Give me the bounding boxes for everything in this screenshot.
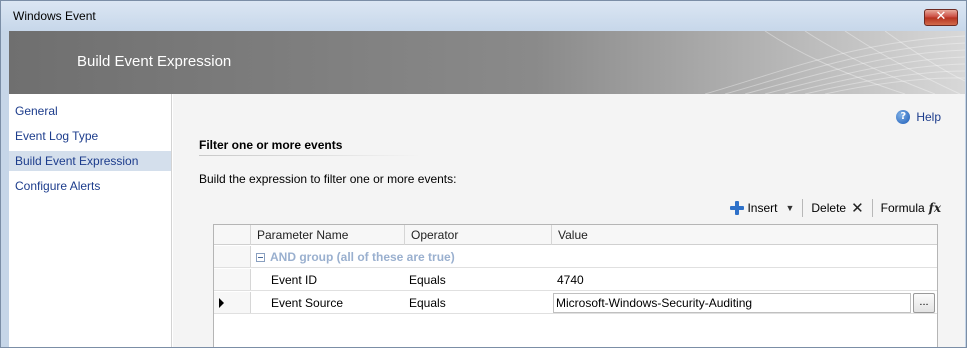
window-title: Windows Event <box>13 9 96 23</box>
toolbar-separator <box>802 199 804 217</box>
row-selector[interactable] <box>214 246 251 267</box>
formula-button[interactable]: Formula fx <box>877 201 945 215</box>
insert-button[interactable]: Insert ▼ <box>726 201 798 215</box>
operator-cell[interactable]: Equals <box>409 292 446 314</box>
operator-cell[interactable]: Equals <box>409 269 446 291</box>
column-header-operator[interactable]: Operator <box>405 225 552 245</box>
row-selector[interactable] <box>214 292 251 313</box>
group-row[interactable]: AND group (all of these are true) <box>214 246 937 268</box>
banner-wave-graphic <box>705 31 965 94</box>
expression-grid: Parameter Name Operator Value AND group … <box>213 224 938 347</box>
main-panel: ? Help Filter one or more events Build t… <box>173 94 965 347</box>
help-link[interactable]: ? Help <box>896 110 941 124</box>
value-input[interactable]: Microsoft-Windows-Security-Auditing <box>553 293 911 313</box>
value-cell[interactable]: 4740 <box>557 269 584 291</box>
row-selector-header <box>214 225 251 245</box>
table-row[interactable]: Event Source Equals Microsoft-Windows-Se… <box>214 292 937 314</box>
insert-label: Insert <box>747 201 778 215</box>
formula-label: Formula <box>880 201 925 215</box>
sidebar-item-build-event-expression[interactable]: Build Event Expression <box>9 151 171 171</box>
delete-button[interactable]: Delete ✕ <box>807 199 867 217</box>
group-label: AND group (all of these are true) <box>270 250 455 264</box>
expression-toolbar: Insert ▼ Delete ✕ Formula fx <box>726 198 945 218</box>
close-button[interactable]: ✕ <box>924 9 958 26</box>
row-selector[interactable] <box>214 269 251 290</box>
group-cell: AND group (all of these are true) <box>256 246 455 268</box>
table-row[interactable]: Event ID Equals 4740 <box>214 269 937 291</box>
sidebar-item-general[interactable]: General <box>9 101 171 121</box>
column-header-value[interactable]: Value <box>552 225 937 245</box>
section-divider <box>199 155 421 156</box>
section-title: Filter one or more events <box>199 138 343 152</box>
chevron-down-icon[interactable]: ▼ <box>785 203 794 213</box>
sidebar-item-configure-alerts[interactable]: Configure Alerts <box>9 176 171 196</box>
windows-event-dialog: Windows Event ✕ Build Event Expression G… <box>0 0 967 348</box>
toolbar-separator <box>871 199 873 217</box>
header-banner: Build Event Expression <box>9 31 965 94</box>
sidebar: General Event Log Type Build Event Expre… <box>9 94 172 347</box>
current-row-arrow-icon <box>219 298 224 308</box>
help-icon: ? <box>896 110 911 124</box>
content-area: General Event Log Type Build Event Expre… <box>9 94 965 347</box>
collapse-icon[interactable] <box>256 253 265 262</box>
sidebar-item-event-log-type[interactable]: Event Log Type <box>9 126 171 146</box>
delete-x-icon: ✕ <box>851 199 864 217</box>
grid-header: Parameter Name Operator Value <box>214 225 937 245</box>
delete-label: Delete <box>811 201 847 215</box>
parameter-cell[interactable]: Event ID <box>271 269 317 291</box>
banner-title: Build Event Expression <box>77 53 232 70</box>
title-bar: Windows Event ✕ <box>1 1 966 31</box>
browse-value-button[interactable]: ... <box>913 293 935 313</box>
formula-fx-icon: fx <box>928 201 941 215</box>
plus-icon <box>730 201 745 215</box>
parameter-cell[interactable]: Event Source <box>271 292 343 314</box>
help-label: Help <box>916 110 941 124</box>
column-header-parameter-name[interactable]: Parameter Name <box>251 225 405 245</box>
section-description: Build the expression to filter one or mo… <box>199 172 457 186</box>
